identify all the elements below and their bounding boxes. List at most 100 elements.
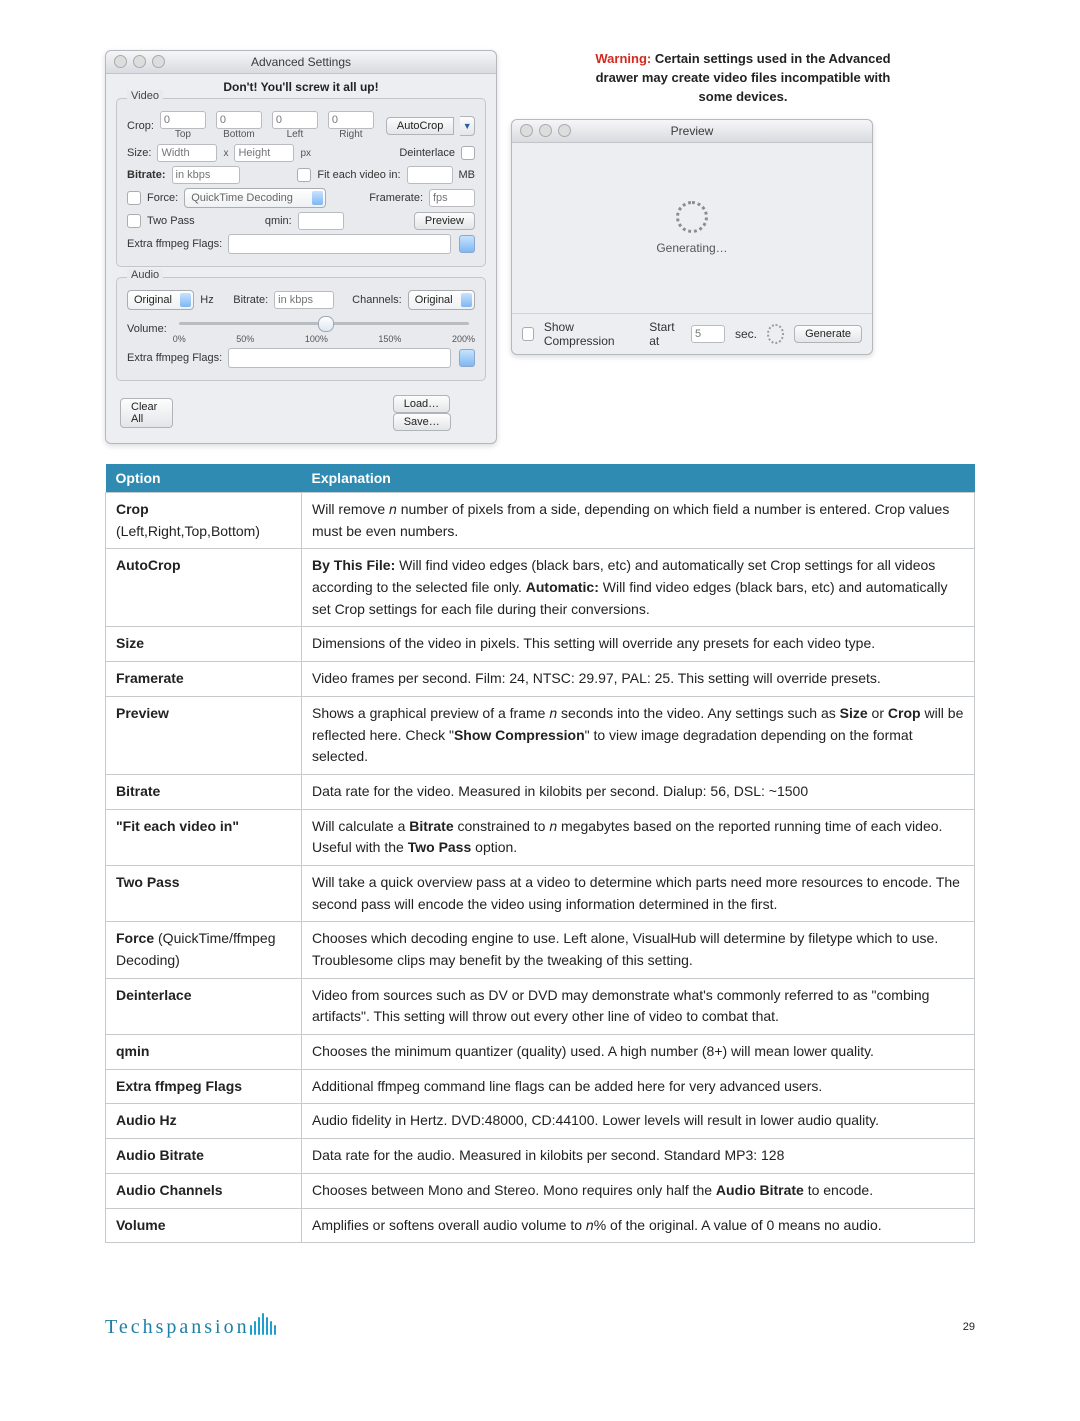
show-compression-checkbox[interactable] bbox=[522, 327, 534, 341]
table-row-explanation: Will calculate a Bitrate constrained to … bbox=[302, 809, 975, 865]
table-row-option: Force (QuickTime/ffmpeg Decoding) bbox=[106, 922, 302, 978]
table-row-option: Two Pass bbox=[106, 865, 302, 921]
table-row-explanation: Data rate for the audio. Measured in kil… bbox=[302, 1139, 975, 1174]
table-row-explanation: Chooses which decoding engine to use. Le… bbox=[302, 922, 975, 978]
preview-window: Preview Generating… Show Compression Sta… bbox=[511, 119, 873, 355]
table-row-explanation: Chooses between Mono and Stereo. Mono re… bbox=[302, 1173, 975, 1208]
start-at-input[interactable] bbox=[691, 325, 725, 343]
framerate-input[interactable] bbox=[429, 189, 475, 207]
framerate-label: Framerate: bbox=[369, 192, 423, 204]
width-input[interactable] bbox=[157, 144, 217, 162]
video-bitrate-input[interactable] bbox=[172, 166, 240, 184]
minimize-icon[interactable] bbox=[539, 124, 552, 137]
crop-input[interactable] bbox=[160, 111, 206, 129]
table-row-explanation: Data rate for the video. Measured in kil… bbox=[302, 774, 975, 809]
minimize-icon[interactable] bbox=[133, 55, 146, 68]
preview-titlebar[interactable]: Preview bbox=[512, 120, 872, 143]
video-flags-dropdown-icon[interactable] bbox=[459, 235, 475, 253]
autocrop-dropdown-icon[interactable]: ▼ bbox=[460, 116, 475, 136]
table-row-explanation: By This File: Will find video edges (bla… bbox=[302, 549, 975, 627]
advanced-settings-window: Advanced Settings Don't! You'll screw it… bbox=[105, 50, 497, 444]
twopass-label: Two Pass bbox=[147, 215, 195, 227]
px-label: px bbox=[300, 148, 311, 159]
height-input[interactable] bbox=[234, 144, 294, 162]
table-row-explanation: Video frames per second. Film: 24, NTSC:… bbox=[302, 662, 975, 697]
window-titlebar[interactable]: Advanced Settings bbox=[106, 51, 496, 74]
preview-title: Preview bbox=[671, 124, 714, 138]
table-row-explanation: Will remove n number of pixels from a si… bbox=[302, 493, 975, 549]
zoom-icon[interactable] bbox=[558, 124, 571, 137]
close-icon[interactable] bbox=[114, 55, 127, 68]
table-row-option: Audio Hz bbox=[106, 1104, 302, 1139]
channels-select[interactable]: Original bbox=[408, 290, 475, 310]
load-button[interactable]: Load… bbox=[393, 395, 450, 413]
volume-slider[interactable] bbox=[179, 314, 469, 332]
logo-waves-icon bbox=[248, 1313, 276, 1341]
table-row-option: Deinterlace bbox=[106, 978, 302, 1034]
save-button[interactable]: Save… bbox=[393, 413, 451, 431]
table-row-option: Volume bbox=[106, 1208, 302, 1243]
table-row-explanation: Additional ffmpeg command line flags can… bbox=[302, 1069, 975, 1104]
sec-label: sec. bbox=[735, 327, 757, 341]
table-row-explanation: Will take a quick overview pass at a vid… bbox=[302, 865, 975, 921]
preview-button[interactable]: Preview bbox=[414, 212, 475, 230]
audio-flags-input[interactable] bbox=[228, 348, 451, 368]
bitrate-label: Bitrate: bbox=[127, 169, 166, 181]
audio-flags-dropdown-icon[interactable] bbox=[459, 349, 475, 367]
table-row-option: AutoCrop bbox=[106, 549, 302, 627]
volume-label: Volume: bbox=[127, 323, 167, 335]
table-row-explanation: Dimensions of the video in pixels. This … bbox=[302, 627, 975, 662]
th-explanation: Explanation bbox=[302, 464, 975, 493]
screw-warning: Don't! You'll screw it all up! bbox=[116, 80, 486, 98]
table-row-option: Audio Channels bbox=[106, 1173, 302, 1208]
crop-input[interactable] bbox=[272, 111, 318, 129]
force-checkbox[interactable] bbox=[127, 191, 141, 205]
close-icon[interactable] bbox=[520, 124, 533, 137]
force-select[interactable]: QuickTime Decoding bbox=[184, 188, 326, 208]
channels-label: Channels: bbox=[352, 294, 402, 306]
table-row-option: Bitrate bbox=[106, 774, 302, 809]
table-row-option: qmin bbox=[106, 1035, 302, 1070]
table-row-option: "Fit each video in" bbox=[106, 809, 302, 865]
clear-all-button[interactable]: Clear All bbox=[120, 398, 173, 428]
audio-bitrate-label: Bitrate: bbox=[233, 294, 268, 306]
audio-flags-label: Extra ffmpeg Flags: bbox=[127, 352, 222, 364]
audio-hz-select[interactable]: Original bbox=[127, 290, 194, 310]
volume-ticks: 0%50%100%150%200% bbox=[173, 334, 475, 344]
start-at-label: Start at bbox=[649, 320, 681, 348]
fit-label: Fit each video in: bbox=[317, 169, 400, 181]
table-row-option: Size bbox=[106, 627, 302, 662]
autocrop-button[interactable]: AutoCrop bbox=[386, 117, 454, 135]
qmin-input[interactable] bbox=[298, 212, 344, 230]
qmin-label: qmin: bbox=[265, 215, 292, 227]
twopass-checkbox[interactable] bbox=[127, 214, 141, 228]
fit-unit: MB bbox=[459, 169, 476, 181]
generating-label: Generating… bbox=[656, 241, 727, 255]
crop-fields: TopBottomLeftRight bbox=[160, 111, 374, 140]
video-group-label: Video bbox=[127, 90, 163, 102]
video-flags-label: Extra ffmpeg Flags: bbox=[127, 238, 222, 250]
crop-caption: Top bbox=[160, 129, 206, 140]
crop-input[interactable] bbox=[216, 111, 262, 129]
page-number: 29 bbox=[963, 1321, 975, 1333]
crop-label: Crop: bbox=[127, 120, 154, 132]
spinner-icon bbox=[676, 201, 708, 233]
crop-input[interactable] bbox=[328, 111, 374, 129]
table-row-explanation: Chooses the minimum quantizer (quality) … bbox=[302, 1035, 975, 1070]
hz-unit: Hz bbox=[200, 294, 213, 306]
video-flags-input[interactable] bbox=[228, 234, 451, 254]
deinterlace-checkbox[interactable] bbox=[461, 146, 475, 160]
fit-input[interactable] bbox=[407, 166, 453, 184]
audio-bitrate-input[interactable] bbox=[274, 291, 334, 309]
zoom-icon[interactable] bbox=[152, 55, 165, 68]
table-row-explanation: Amplifies or softens overall audio volum… bbox=[302, 1208, 975, 1243]
table-row-explanation: Shows a graphical preview of a frame n s… bbox=[302, 696, 975, 774]
fit-checkbox[interactable] bbox=[297, 168, 311, 182]
generate-button[interactable]: Generate bbox=[794, 325, 862, 343]
show-compression-label: Show Compression bbox=[544, 320, 629, 348]
table-row-option: Crop(Left,Right,Top,Bottom) bbox=[106, 493, 302, 549]
x-label: x bbox=[223, 148, 228, 159]
crop-caption: Right bbox=[328, 129, 374, 140]
table-row-option: Audio Bitrate bbox=[106, 1139, 302, 1174]
table-row-explanation: Audio fidelity in Hertz. DVD:48000, CD:4… bbox=[302, 1104, 975, 1139]
